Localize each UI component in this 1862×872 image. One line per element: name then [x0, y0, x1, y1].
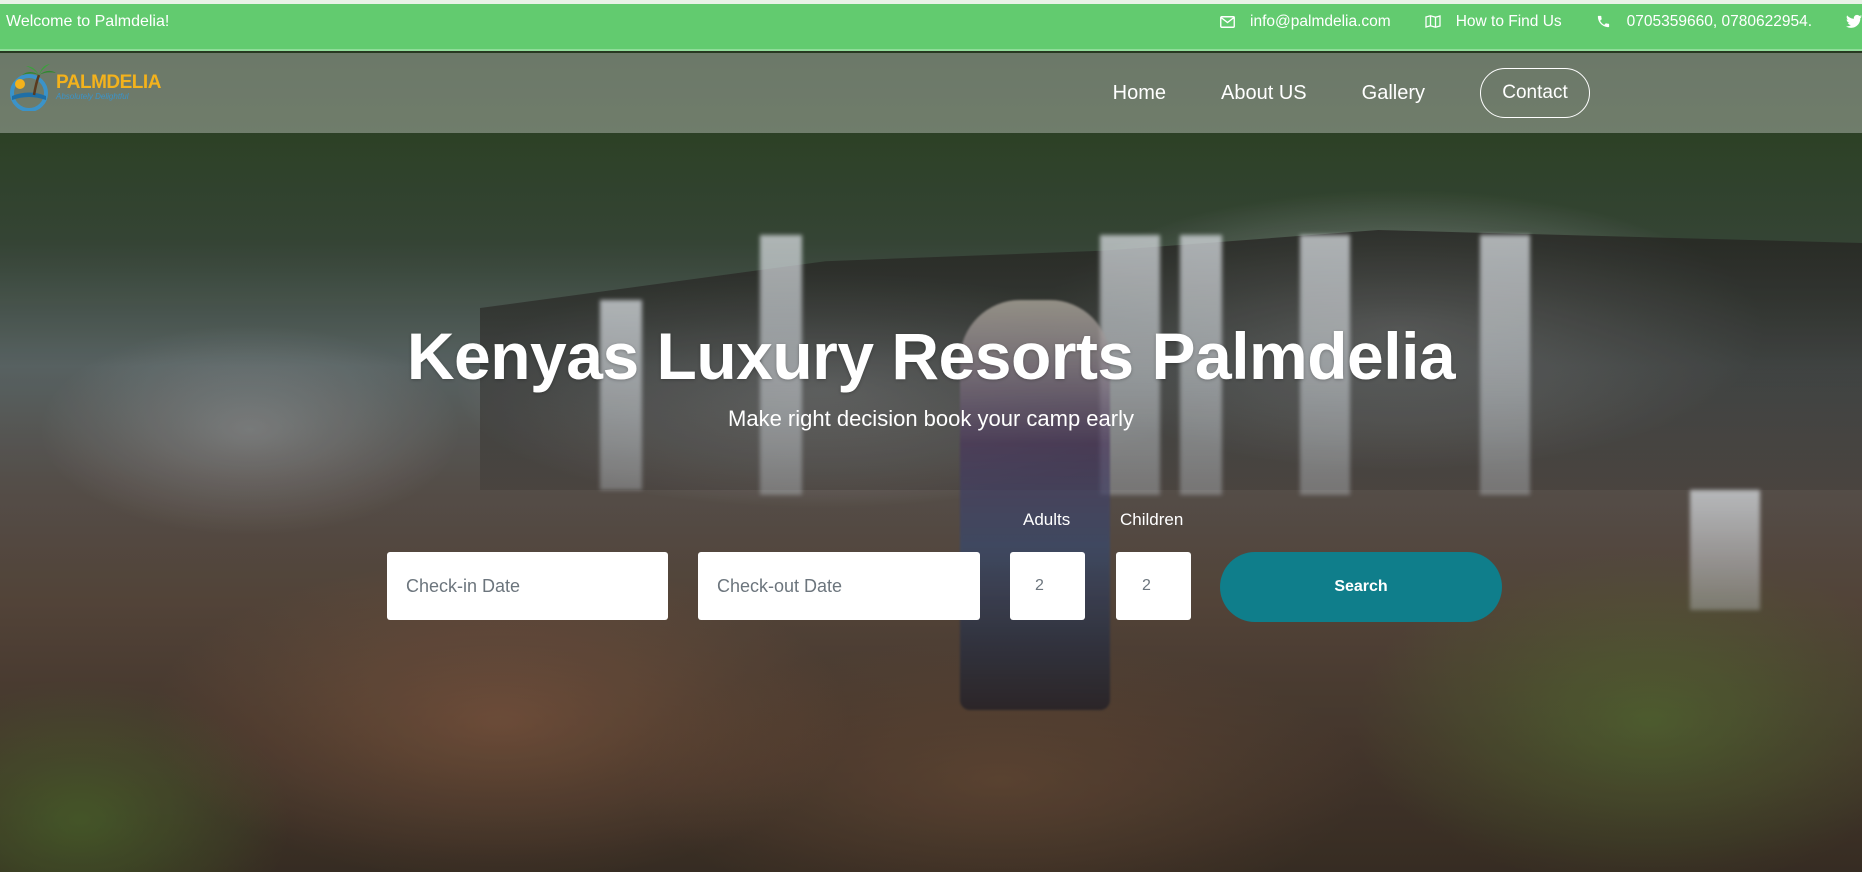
hero-title: Kenyas Luxury Resorts Palmdelia [406, 319, 1456, 393]
checkout-date-input[interactable]: Check-out Date [698, 552, 980, 620]
logo-tagline: Absolutely Delightful [56, 92, 129, 101]
page: Welcome to Palmdelia! info@palmdelia.com… [0, 0, 1862, 872]
navbar: PALMDELIA Absolutely Delightful Home Abo… [0, 53, 1862, 133]
contact-button[interactable]: Contact [1480, 68, 1590, 118]
booking-form: Check-in Date Check-out Date Adults 2 Ch… [387, 510, 1507, 622]
main-nav: Home About US Gallery Contact [1113, 53, 1590, 133]
top-info-bar: Welcome to Palmdelia! info@palmdelia.com… [0, 0, 1862, 51]
topbar-contacts: info@palmdelia.com How to Find Us 070535… [1185, 13, 1862, 31]
nav-gallery[interactable]: Gallery [1362, 82, 1425, 105]
logo-name: PALMDELIA [56, 72, 161, 93]
children-input[interactable]: 2 [1116, 552, 1191, 620]
adults-label: Adults [1023, 510, 1071, 529]
nav-about-us[interactable]: About US [1221, 82, 1307, 105]
twitter-icon[interactable] [1846, 14, 1862, 29]
email-link[interactable]: info@palmdelia.com [1218, 13, 1391, 31]
logo-text: PALMDELIA Absolutely Delightful [56, 73, 161, 101]
search-button[interactable]: Search [1220, 552, 1502, 622]
welcome-text: Welcome to Palmdelia! [6, 12, 170, 30]
phone-link[interactable]: 0705359660, 0780622954. [1595, 13, 1812, 31]
phone-icon [1595, 14, 1613, 29]
children-label: Children [1120, 510, 1184, 529]
directions-link[interactable]: How to Find Us [1424, 13, 1562, 31]
hero-subtitle: Make right decision book your camp early [728, 406, 1134, 431]
phone-text: 0705359660, 0780622954. [1626, 12, 1812, 30]
directions-text: How to Find Us [1455, 12, 1562, 30]
checkin-date-input[interactable]: Check-in Date [387, 552, 668, 620]
logo[interactable]: PALMDELIA Absolutely Delightful [6, 63, 161, 111]
email-text: info@palmdelia.com [1250, 12, 1391, 30]
map-icon [1424, 15, 1442, 28]
logo-palm-icon [10, 64, 56, 111]
nav-home[interactable]: Home [1113, 82, 1166, 105]
envelope-icon [1218, 15, 1236, 28]
adults-input[interactable]: 2 [1010, 552, 1085, 620]
